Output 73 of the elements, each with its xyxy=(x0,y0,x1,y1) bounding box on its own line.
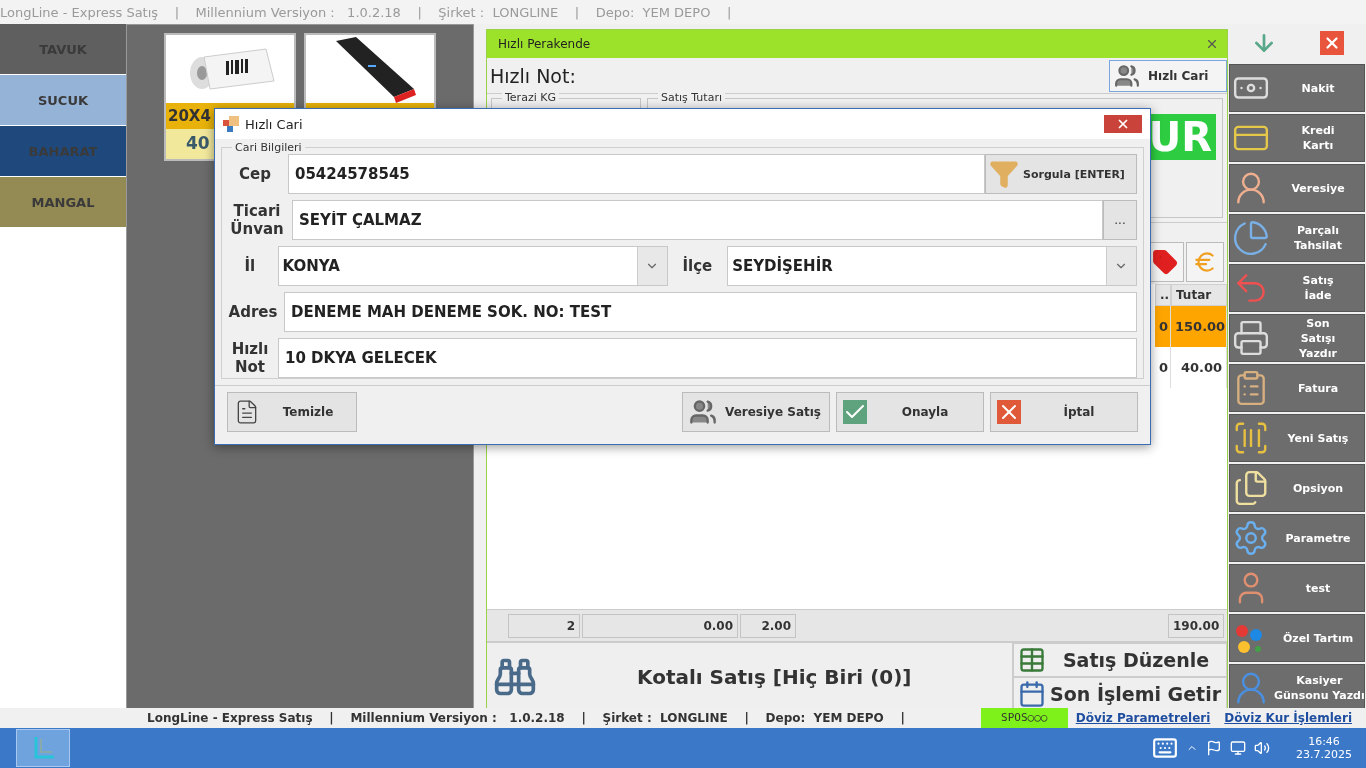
dialog-button[interactable]: Temizle xyxy=(227,392,357,432)
close-icon xyxy=(1116,117,1130,131)
keyboard-icon[interactable] xyxy=(1152,735,1178,761)
close-button[interactable] xyxy=(1319,31,1344,55)
table-icon xyxy=(1018,646,1046,674)
status-link[interactable]: Döviz Kur İşlemleri xyxy=(1224,711,1352,725)
field-label: Ticari Ünvan xyxy=(229,202,285,238)
status-text: LongLine - Express Satış | Millennium Versiyon : 1.0.2.18 | Şirket : LONGLINE | Depo: YEM DEPO | xyxy=(147,711,905,725)
action-button[interactable]: Nakit xyxy=(1229,64,1365,112)
company-name-field[interactable]: SEYİT ÇALMAZ xyxy=(292,200,1103,240)
filter-icon xyxy=(989,159,1019,189)
tab-title: Hızlı Perakende xyxy=(498,37,591,51)
status-link[interactable]: Döviz Parametreleri xyxy=(1075,711,1211,725)
group-label: Cari Bilgileri xyxy=(232,141,305,154)
close-button[interactable] xyxy=(1104,115,1142,133)
district-dropdown[interactable]: SEYDİŞEHİR xyxy=(727,246,1137,286)
field-label: İl xyxy=(243,257,257,275)
action-button[interactable]: Son Satışı Yazdır xyxy=(1229,314,1365,362)
field-label: Adres xyxy=(228,303,278,321)
action-button[interactable]: Opsiyon xyxy=(1229,464,1365,512)
total-cell: 0.00 xyxy=(582,613,738,638)
address-field[interactable]: DENEME MAH DENEME SOK. NO: TEST xyxy=(284,292,1137,332)
action-button[interactable]: Veresiye xyxy=(1229,164,1365,212)
note-label: Hızlı Not: xyxy=(490,64,576,87)
network-icon[interactable] xyxy=(1230,740,1246,756)
column-header[interactable]: .. xyxy=(1155,284,1171,306)
users-icon xyxy=(689,398,717,426)
total-cell: 2.00 xyxy=(740,613,796,638)
action-button[interactable]: Kredi Kartı xyxy=(1229,114,1365,162)
group-label: Satış Tutarı xyxy=(658,91,725,104)
action-button[interactable]: Özel Tartım xyxy=(1229,614,1365,662)
dialog-button[interactable]: Onayla xyxy=(836,392,984,432)
query-button[interactable]: Sorgula [ENTER] xyxy=(985,154,1137,194)
app-icon xyxy=(223,116,239,132)
cross-icon xyxy=(997,400,1021,424)
field-label: Hızlı Not xyxy=(230,340,270,376)
table-cell: 0 xyxy=(1155,306,1171,347)
city-dropdown[interactable]: KONYA xyxy=(277,246,668,286)
close-icon[interactable] xyxy=(1205,37,1219,51)
field-label: İlçe xyxy=(681,257,714,275)
table-cell: 150.00 xyxy=(1171,306,1227,347)
field-label: Cep xyxy=(238,165,272,183)
action-button[interactable]: Parçalı Tahsilat xyxy=(1229,214,1365,262)
dialog-button[interactable]: Veresiye Satış xyxy=(682,392,830,432)
total-cell: 2 xyxy=(508,613,580,638)
phone-field[interactable]: 05424578545 xyxy=(288,154,985,194)
action-button[interactable]: Fatura xyxy=(1229,364,1365,412)
sale-tab[interactable]: Hızlı Perakende xyxy=(487,30,1227,58)
column-header[interactable]: Tutar xyxy=(1171,284,1227,306)
printer-icon xyxy=(1232,319,1270,357)
group-label: Terazi KG xyxy=(502,91,559,104)
clock[interactable]: 16:46 23.7.2025 xyxy=(1296,735,1352,761)
action-button[interactable]: Parametre xyxy=(1229,514,1365,562)
app-info-text: LongLine - Express Satış | Millennium Versiyon : 1.0.2.18 | Şirket : LONGLINE | Depo: YEM DEPO | xyxy=(0,4,732,20)
volume-icon[interactable] xyxy=(1254,740,1270,756)
calendar-icon xyxy=(1018,680,1046,708)
quick-customer-button[interactable]: Hızlı Cari xyxy=(1109,59,1227,92)
flag-icon[interactable] xyxy=(1206,740,1222,756)
spos-indicator: SPOS○○○ xyxy=(980,708,1068,728)
total-cell: 190.00 xyxy=(1168,613,1224,638)
action-button[interactable]: test xyxy=(1229,564,1365,612)
action-button[interactable]: Yeni Satış xyxy=(1229,414,1365,462)
edit-sale-button[interactable]: Satış Düzenle xyxy=(1013,643,1227,677)
check-icon xyxy=(843,400,867,424)
pie-chart-icon xyxy=(1232,219,1270,257)
browse-button[interactable]: ... xyxy=(1103,200,1137,240)
action-button[interactable]: Satış İade xyxy=(1229,264,1365,312)
dialog-button[interactable]: İptal xyxy=(990,392,1138,432)
note-field[interactable]: 10 DKYA GELECEK xyxy=(278,338,1137,378)
category-button[interactable]: SUCUK xyxy=(0,75,126,125)
last-transaction-button[interactable]: Son İşlemi Getir xyxy=(1013,677,1227,711)
tag-icon xyxy=(1152,249,1178,275)
users-icon xyxy=(1114,62,1140,89)
